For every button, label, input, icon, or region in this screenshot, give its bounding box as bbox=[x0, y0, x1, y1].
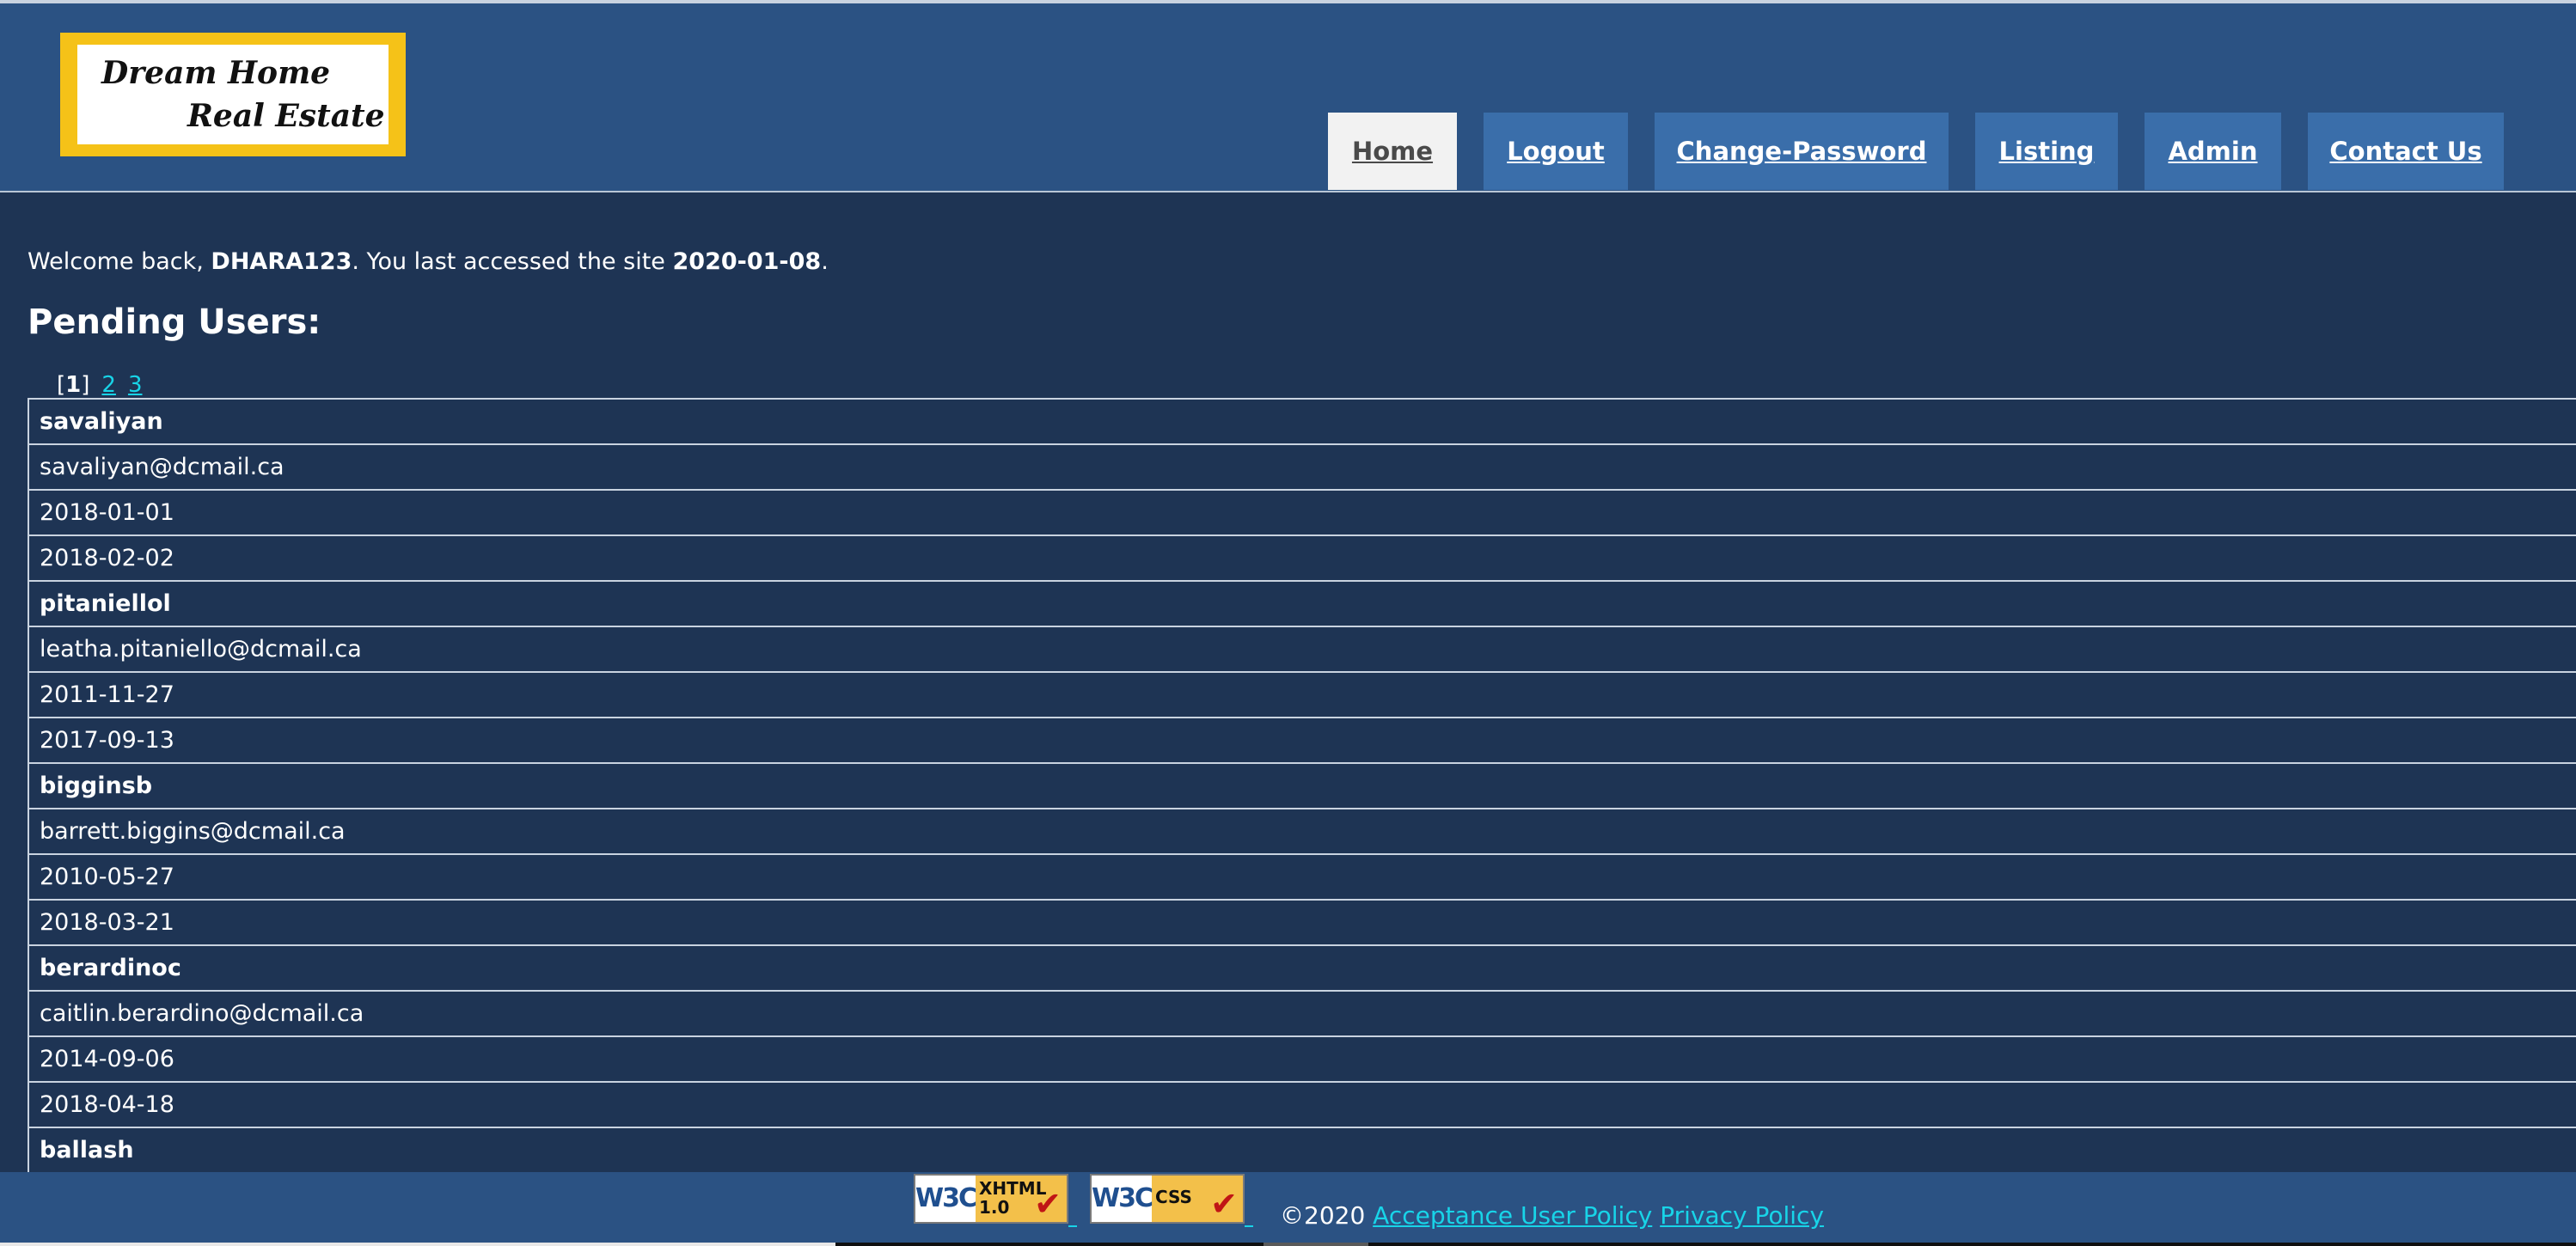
nav-listing[interactable]: Listing bbox=[1975, 113, 2118, 190]
badge-link-underline bbox=[1245, 1225, 1253, 1227]
table-row: 2018-04-18 bbox=[29, 1081, 2576, 1127]
table-row: 2018-01-01 bbox=[29, 489, 2576, 534]
css-badge-label: CSS bbox=[1155, 1187, 1192, 1207]
table-row: pitaniellol bbox=[29, 580, 2576, 626]
table-row: 2011-11-27 bbox=[29, 671, 2576, 717]
taskbar-strip-dark bbox=[835, 1243, 1264, 1246]
nav-home[interactable]: Home bbox=[1328, 113, 1457, 190]
nav-change-password[interactable]: Change-Password bbox=[1655, 113, 1949, 190]
table-row: savaliyan bbox=[29, 398, 2576, 443]
pager-link-3[interactable]: 3 bbox=[128, 372, 143, 398]
checkmark-icon: ✔ bbox=[1210, 1185, 1238, 1223]
logo-text-line2: Real Estate bbox=[187, 98, 385, 134]
table-row: 2018-02-02 bbox=[29, 534, 2576, 580]
pager-link-2[interactable]: 2 bbox=[101, 372, 116, 398]
pending-users-table: savaliyan savaliyan@dcmail.ca 2018-01-01… bbox=[28, 398, 2576, 1172]
taskbar-strip-mid bbox=[1264, 1243, 1368, 1246]
table-row: savaliyan@dcmail.ca bbox=[29, 443, 2576, 489]
welcome-message: Welcome back, DHARA123. You last accesse… bbox=[28, 248, 829, 275]
xhtml-badge-line2: 1.0 bbox=[979, 1197, 1010, 1218]
table-row: ballash bbox=[29, 1127, 2576, 1172]
privacy-policy-link[interactable]: Privacy Policy bbox=[1660, 1201, 1824, 1230]
w3c-xhtml-badge[interactable]: W3C XHTML 1.0 ✔ bbox=[914, 1174, 1068, 1224]
acceptance-policy-link[interactable]: Acceptance User Policy bbox=[1373, 1201, 1652, 1230]
last-access-date: 2020-01-08 bbox=[672, 248, 822, 275]
table-row: 2018-03-21 bbox=[29, 899, 2576, 944]
badge-link-underline bbox=[1068, 1225, 1077, 1227]
site-logo[interactable]: Dream Home Real Estate bbox=[60, 33, 406, 156]
welcome-suffix: . bbox=[821, 248, 829, 275]
welcome-prefix: Welcome back, bbox=[28, 248, 211, 275]
copyright-text: ©2020 bbox=[1280, 1201, 1374, 1230]
page: Dream Home Real Estate Home Logout Chang… bbox=[0, 0, 2576, 1246]
nav-admin[interactable]: Admin bbox=[2145, 113, 2281, 190]
logo-panel: Dream Home Real Estate bbox=[77, 45, 389, 144]
nav-contact-us[interactable]: Contact Us bbox=[2308, 113, 2504, 190]
logo-text-line1: Dream Home bbox=[101, 55, 331, 91]
taskbar-strip-right bbox=[1368, 1243, 2576, 1246]
table-row: bigginsb bbox=[29, 762, 2576, 808]
welcome-username: DHARA123 bbox=[211, 248, 352, 275]
table-row: caitlin.berardino@dcmail.ca bbox=[29, 990, 2576, 1035]
w3c-logo-icon: W3C bbox=[915, 1176, 977, 1222]
table-row: 2010-05-27 bbox=[29, 853, 2576, 899]
pager-close-bracket: ] bbox=[81, 372, 90, 398]
page-title: Pending Users: bbox=[28, 302, 321, 342]
w3c-logo-icon: W3C bbox=[1092, 1176, 1153, 1222]
checkmark-icon: ✔ bbox=[1034, 1185, 1062, 1223]
table-row: barrett.biggins@dcmail.ca bbox=[29, 808, 2576, 853]
table-row: leatha.pitaniello@dcmail.ca bbox=[29, 626, 2576, 671]
table-row: berardinoc bbox=[29, 944, 2576, 990]
w3c-css-badge[interactable]: W3C CSS ✔ bbox=[1090, 1174, 1245, 1224]
footer-text: ©2020 Acceptance User Policy Privacy Pol… bbox=[1280, 1201, 1824, 1230]
table-row: 2017-09-13 bbox=[29, 717, 2576, 762]
pagination: [1] 2 3 bbox=[57, 372, 143, 398]
taskbar-strip bbox=[0, 1243, 835, 1246]
pager-open-bracket: [ bbox=[57, 372, 66, 398]
welcome-middle: . You last accessed the site bbox=[352, 248, 673, 275]
table-row: 2014-09-06 bbox=[29, 1035, 2576, 1081]
pager-current-page: 1 bbox=[65, 372, 82, 398]
nav-logout[interactable]: Logout bbox=[1484, 113, 1628, 190]
